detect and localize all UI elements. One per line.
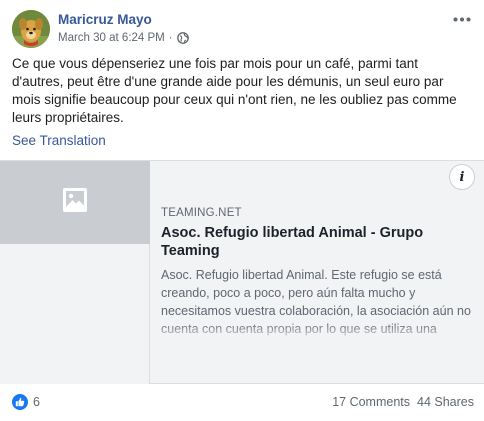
reaction-count: 6 — [33, 395, 40, 409]
info-icon[interactable]: i — [449, 164, 475, 190]
image-placeholder-icon — [62, 187, 88, 218]
facebook-post: Maricruz Mayo March 30 at 6:24 PM · Ce q… — [0, 0, 484, 421]
see-translation-link[interactable]: See Translation — [12, 133, 106, 148]
more-options-icon[interactable] — [450, 10, 474, 28]
link-domain: TEAMING.NET — [161, 207, 242, 219]
post-footer: 6 17 Comments 44 Shares — [0, 384, 484, 421]
post-header: Maricruz Mayo March 30 at 6:24 PM · — [12, 10, 474, 50]
author-avatar[interactable] — [12, 10, 50, 48]
shares-count[interactable]: 44 Shares — [417, 395, 474, 409]
globe-icon[interactable] — [176, 32, 189, 44]
reaction-summary[interactable]: 6 — [12, 394, 40, 410]
link-title[interactable]: Asoc. Refugio libertad Animal - Grupo Te… — [161, 224, 474, 260]
link-details[interactable]: TEAMING.NET Asoc. Refugio libertad Anima… — [150, 161, 484, 383]
like-icon — [12, 394, 28, 410]
post-timestamp[interactable]: March 30 at 6:24 PM — [58, 32, 165, 44]
thumbnail-area — [0, 244, 150, 384]
meta-separator: · — [168, 32, 173, 44]
link-description: Asoc. Refugio libertad Animal. Este refu… — [161, 268, 471, 342]
post-meta: March 30 at 6:24 PM · — [58, 32, 189, 44]
engagement-counts: 17 Comments 44 Shares — [332, 395, 474, 409]
link-attachment[interactable]: TEAMING.NET Asoc. Refugio libertad Anima… — [0, 160, 484, 384]
link-thumbnail[interactable] — [0, 161, 150, 244]
post-body: Ce que vous dépenseriez une fois par moi… — [12, 56, 457, 125]
comments-count[interactable]: 17 Comments — [332, 395, 410, 409]
author-name[interactable]: Maricruz Mayo — [58, 12, 152, 27]
